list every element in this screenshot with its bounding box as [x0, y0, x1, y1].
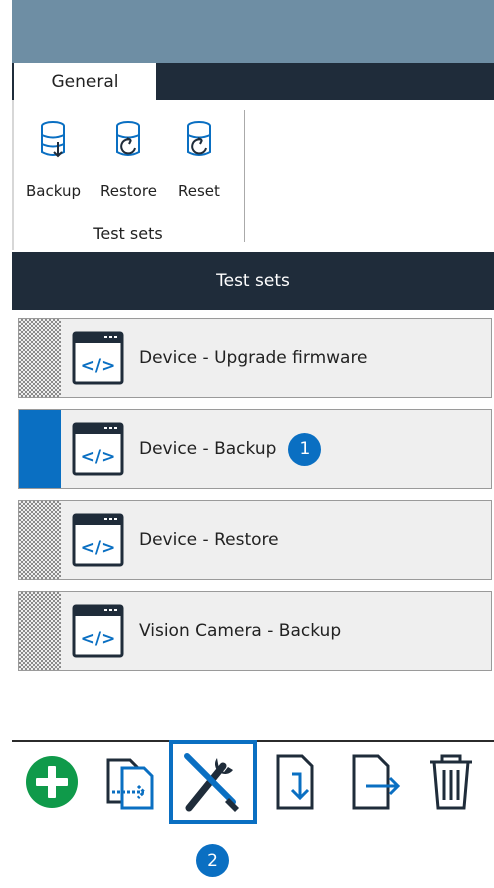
- add-icon[interactable]: [22, 752, 82, 812]
- backup-button[interactable]: Backup: [26, 118, 81, 200]
- copy-icon[interactable]: [100, 752, 160, 812]
- selection-marker[interactable]: [19, 410, 61, 488]
- ribbon-panel: Backup Restore Reset Test sets: [12, 100, 494, 250]
- ribbon-separator: [244, 110, 245, 242]
- svg-text:</>: </>: [81, 447, 116, 467]
- database-restore-icon: [116, 121, 141, 156]
- trash-icon[interactable]: [424, 752, 478, 812]
- ribbon-group-label: Test sets: [93, 224, 163, 243]
- svg-text:</>: </>: [81, 538, 116, 558]
- code-window-icon: </>: [72, 604, 124, 658]
- tools-button[interactable]: [169, 740, 257, 824]
- code-window-icon: </>: [72, 513, 124, 567]
- drag-handle[interactable]: [19, 501, 61, 579]
- drag-handle[interactable]: [19, 319, 61, 397]
- code-window-icon: </>: [72, 331, 124, 385]
- tools-icon: [184, 753, 239, 812]
- test-set-item-selected[interactable]: </> Device - Backup 1: [18, 409, 492, 489]
- test-set-name: Vision Camera - Backup: [139, 621, 342, 641]
- import-icon[interactable]: [268, 752, 328, 812]
- test-set-name: Device - Restore: [139, 530, 279, 550]
- title-bar: [12, 0, 494, 63]
- database-backup-icon: [41, 121, 66, 158]
- svg-text:</>: </>: [81, 629, 116, 649]
- restore-button[interactable]: Restore: [100, 118, 157, 200]
- callout-badge-1: 1: [288, 432, 322, 466]
- drag-handle[interactable]: [19, 592, 61, 670]
- callout-badge-2: 2: [196, 844, 229, 877]
- test-set-name: Device - Upgrade firmware: [139, 348, 368, 368]
- reset-label: Reset: [178, 182, 220, 200]
- svg-text:</>: </>: [81, 356, 116, 376]
- code-window-icon: </>: [72, 422, 124, 476]
- export-icon[interactable]: [344, 752, 404, 812]
- test-set-item[interactable]: </> Vision Camera - Backup: [18, 591, 492, 671]
- test-set-item[interactable]: </> Device - Upgrade firmware: [18, 318, 492, 398]
- database-reset-icon: [186, 121, 211, 156]
- panel-title: Test sets: [12, 252, 494, 310]
- restore-label: Restore: [100, 182, 157, 200]
- toolbar-divider: [12, 740, 494, 742]
- tab-general[interactable]: General: [14, 63, 156, 100]
- test-set-name: Device - Backup 1: [139, 410, 322, 488]
- test-set-name-text: Device - Backup: [139, 439, 277, 459]
- test-set-item[interactable]: </> Device - Restore: [18, 500, 492, 580]
- backup-label: Backup: [26, 182, 81, 200]
- reset-button[interactable]: Reset: [178, 118, 220, 200]
